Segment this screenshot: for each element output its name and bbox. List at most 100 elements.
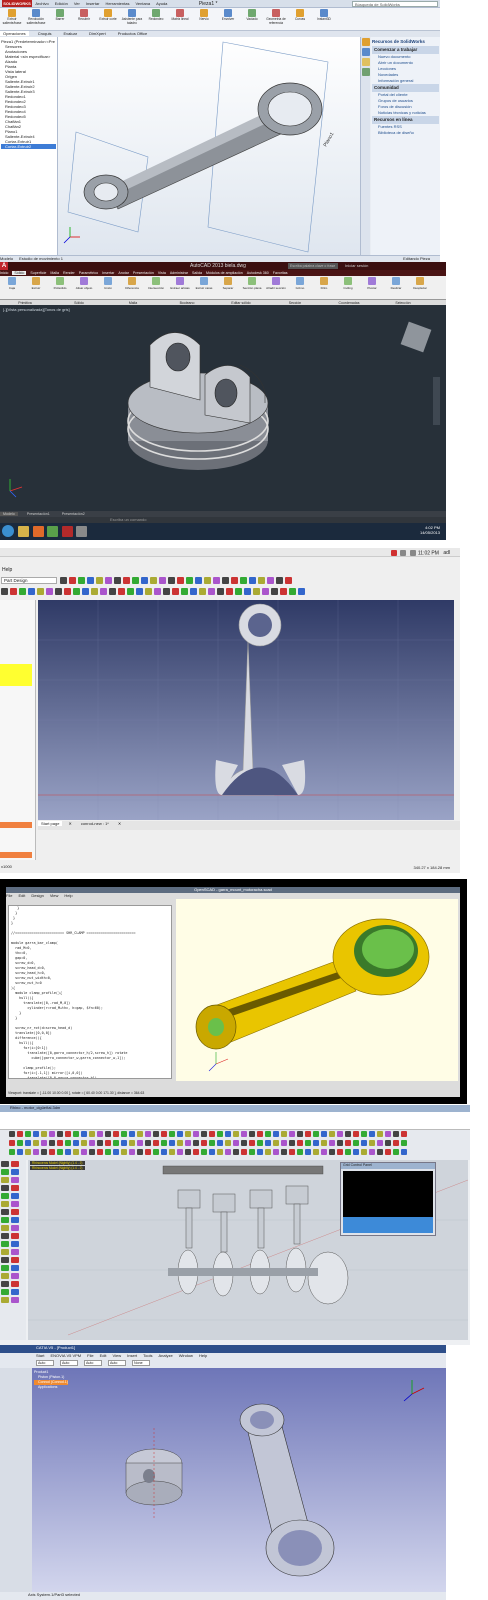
rhino-tool-icon[interactable] [353, 1131, 359, 1137]
catia-viewport[interactable]: Product1 Piston (Piston.1) Conrod (Conrod.… [32, 1368, 446, 1600]
fc-tool-icon[interactable] [154, 588, 161, 595]
rhino-side-tool-icon[interactable] [1, 1241, 9, 1247]
rhino-tool-icon[interactable] [385, 1149, 391, 1155]
fc-tool-icon[interactable] [240, 577, 248, 585]
sw-menu-ventana[interactable]: Ventana [135, 1, 150, 6]
rhino-tool-icon[interactable] [313, 1140, 319, 1146]
rhino-tool-icon[interactable] [289, 1149, 295, 1155]
rhino-side-tool-icon[interactable] [1, 1289, 9, 1295]
scad-preview[interactable] [176, 899, 458, 1081]
rhino-tool-icon[interactable] [249, 1149, 255, 1155]
acad-tool-culling[interactable]: Culling [337, 276, 360, 298]
rhino-tool-icon[interactable] [121, 1131, 127, 1137]
catia-menu-analyze[interactable]: Analyze [158, 1353, 172, 1358]
rhino-tool-icon[interactable] [273, 1131, 279, 1137]
rhino-side-tool-icon[interactable] [1, 1249, 9, 1255]
rhino-side-tool-icon[interactable] [11, 1225, 19, 1231]
rhino-tool-icon[interactable] [9, 1140, 15, 1146]
rhino-tool-icon[interactable] [161, 1131, 167, 1137]
rhino-side-tool-icon[interactable] [1, 1161, 9, 1167]
rhino-tool-icon[interactable] [401, 1131, 407, 1137]
rhino-side-tool-icon[interactable] [1, 1201, 9, 1207]
acad-tab-malla[interactable]: Malla [50, 271, 59, 275]
rhino-tool-icon[interactable] [25, 1131, 31, 1137]
rhino-side-tool-icon[interactable] [1, 1177, 9, 1183]
acad-tool-separar[interactable]: Separar [217, 276, 240, 298]
rhino-side-tool-icon[interactable] [11, 1281, 19, 1287]
fc-tool-icon[interactable] [208, 588, 215, 595]
rhino-side-tool-icon[interactable] [1, 1209, 9, 1215]
rhino-tool-icon[interactable] [297, 1149, 303, 1155]
acad-layout-tab-presentacion1[interactable]: Presentación1 [24, 512, 53, 516]
fc-tool-icon[interactable] [73, 588, 80, 595]
rhino-tool-icon[interactable] [345, 1131, 351, 1137]
rhino-tool-icon[interactable] [169, 1149, 175, 1155]
browser-taskbar-icon[interactable] [32, 525, 44, 537]
catia-menu-help[interactable]: Help [199, 1353, 207, 1358]
catia-toolbar-select[interactable]: None [132, 1360, 150, 1366]
acad-login[interactable]: Iniciar sesión [345, 263, 368, 268]
rhino-side-tool-icon[interactable] [1, 1281, 9, 1287]
fc-tool-icon[interactable] [91, 588, 98, 595]
rhino-tool-icon[interactable] [89, 1149, 95, 1155]
rhino-tool-icon[interactable] [377, 1131, 383, 1137]
scad-menu-edit[interactable]: Edit [18, 893, 25, 898]
catia-menu-enovia-v5-vpm[interactable]: ENOVIA V5 VPM [50, 1353, 81, 1358]
fc-tool-icon[interactable] [60, 577, 68, 585]
rhino-side-tool-icon[interactable] [1, 1257, 9, 1263]
rhino-tool-icon[interactable] [105, 1140, 111, 1146]
rhino-viewport[interactable]: Rhinoceros Model (Nightly) (1.4 - 2) Rhin… [28, 1160, 468, 1340]
fc-tool-icon[interactable] [181, 588, 188, 595]
acad-tab-superficie[interactable]: Superficie [30, 271, 46, 275]
sw-ribbon-barrer[interactable]: Barrer [49, 8, 71, 30]
sw-ribbon-nervio[interactable]: Nervio [193, 8, 215, 30]
rhino-tool-icon[interactable] [105, 1149, 111, 1155]
fc-tool-icon[interactable] [10, 588, 17, 595]
fc-tool-icon[interactable] [87, 577, 95, 585]
rhino-side-tool-icon[interactable] [11, 1193, 19, 1199]
acad-tool-seccion-plana[interactable]: Sección plana [241, 276, 264, 298]
rhino-tool-icon[interactable] [225, 1140, 231, 1146]
rhino-tool-icon[interactable] [113, 1140, 119, 1146]
fc-tool-icon[interactable] [204, 577, 212, 585]
acad-tab-inicio[interactable]: Inicio [0, 271, 8, 275]
rhino-tool-icon[interactable] [49, 1149, 55, 1155]
sw-tree-item[interactable]: Cortar-Extruir2 [1, 144, 56, 149]
catia-assembly-model[interactable] [32, 1368, 446, 1600]
rhino-tool-icon[interactable] [41, 1131, 47, 1137]
sw-graphics-area[interactable]: Plano1 [58, 37, 360, 255]
rhino-side-tool-icon[interactable] [1, 1185, 9, 1191]
rhino-tool-icon[interactable] [81, 1140, 87, 1146]
fc-tool-icon[interactable] [64, 588, 71, 595]
rhino-tool-icon[interactable] [73, 1140, 79, 1146]
scad-menu-help[interactable]: Help [64, 893, 72, 898]
scad-editor[interactable]: } } }}//======================== SHR_CLA… [8, 905, 172, 1079]
acad-tab-presentacion[interactable]: Presentación [133, 271, 154, 275]
home-icon[interactable] [362, 38, 370, 46]
rhino-tool-icon[interactable] [9, 1131, 15, 1137]
misc-taskbar-icon[interactable] [75, 525, 87, 537]
sw-ribbon-matriz-lineal[interactable]: Matriz lineal [169, 8, 191, 30]
sw-ribbon-extruir-saliente-base[interactable]: Extruir saliente/base [1, 8, 23, 30]
rhino-tool-icon[interactable] [129, 1131, 135, 1137]
rhino-side-tool-icon[interactable] [11, 1265, 19, 1271]
rhino-tool-icon[interactable] [89, 1140, 95, 1146]
fc-tool-icon[interactable] [28, 588, 35, 595]
rhino-side-tool-icon[interactable] [11, 1185, 19, 1191]
rhino-tool-icon[interactable] [233, 1140, 239, 1146]
fc-doc-tab-conrod-new-1[interactable]: conrod-new : 1* [78, 821, 112, 826]
rhino-tool-icon[interactable] [329, 1140, 335, 1146]
indicator-icon[interactable] [390, 550, 397, 556]
rhino-tool-icon[interactable] [65, 1131, 71, 1137]
fc-tool-icon[interactable] [136, 588, 143, 595]
rhino-tool-icon[interactable] [97, 1149, 103, 1155]
rhino-tool-icon[interactable] [161, 1149, 167, 1155]
rhino-tool-icon[interactable] [185, 1149, 191, 1155]
rhino-tool-icon[interactable] [217, 1149, 223, 1155]
catia-toolbar-select[interactable]: Auto [60, 1360, 78, 1366]
acad-tool-pivotar[interactable]: Pivotar [361, 276, 384, 298]
rhino-tool-icon[interactable] [97, 1140, 103, 1146]
fc-tool-icon[interactable] [55, 588, 62, 595]
fc-tool-icon[interactable] [186, 577, 194, 585]
rhino-tool-icon[interactable] [169, 1140, 175, 1146]
